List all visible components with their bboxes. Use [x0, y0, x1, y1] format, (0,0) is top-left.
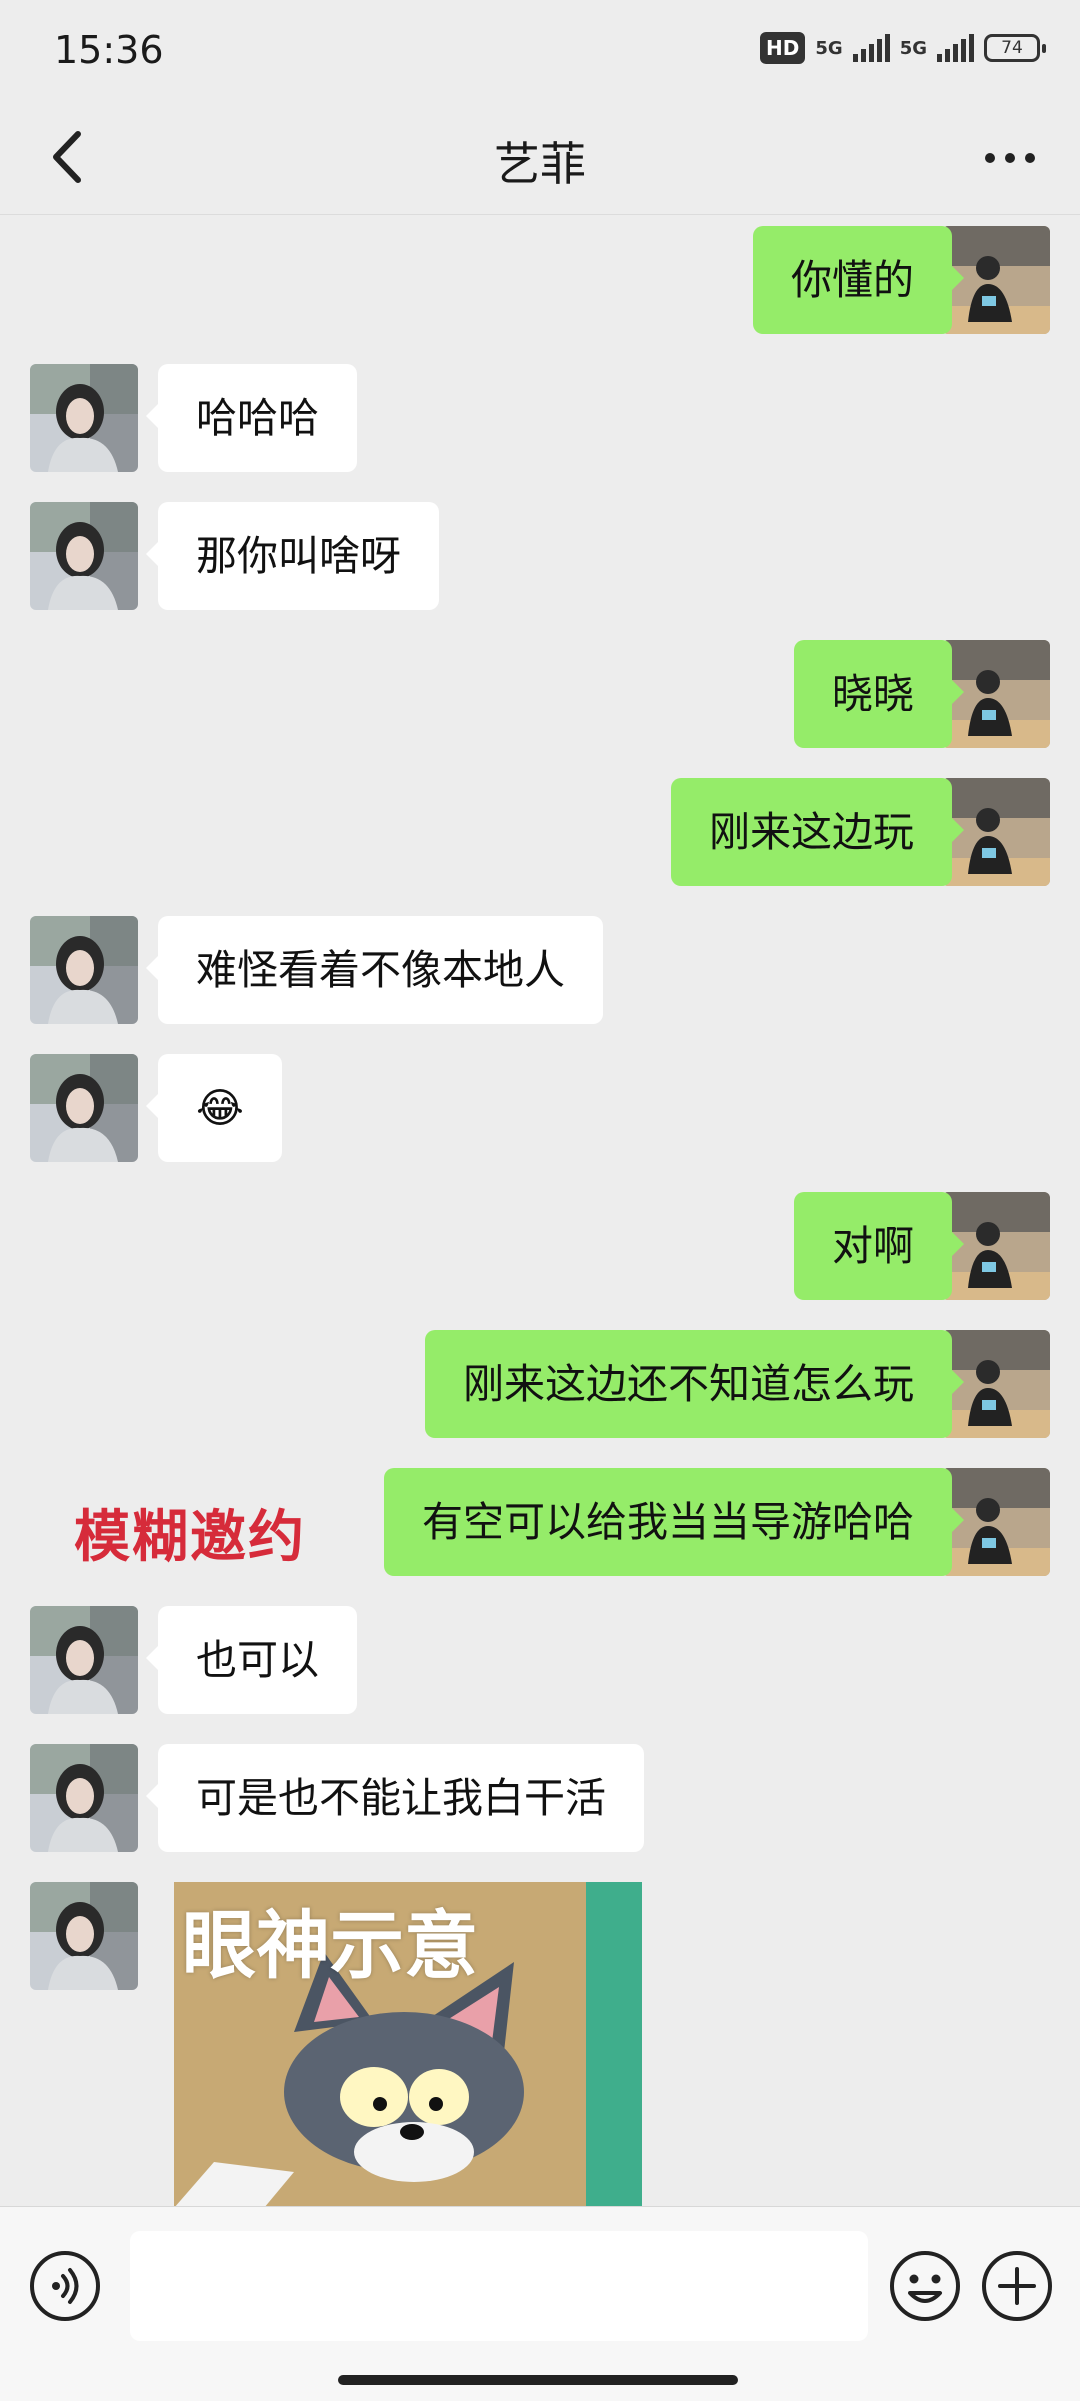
- status-time: 15:36: [54, 28, 164, 72]
- voice-icon: [30, 2251, 100, 2321]
- message-row: 可是也不能让我白干活: [0, 1744, 1080, 1852]
- voice-button[interactable]: [28, 2249, 102, 2323]
- message-row: 那你叫啥呀: [0, 502, 1080, 610]
- sent-message-bubble[interactable]: 刚来这边还不知道怎么玩: [425, 1330, 964, 1438]
- message-row: 😂: [0, 1054, 1080, 1162]
- sent-message-bubble[interactable]: 有空可以给我当当导游哈哈: [384, 1468, 964, 1576]
- received-message-bubble[interactable]: 难怪看着不像本地人: [146, 916, 603, 1024]
- status-bar: 15:36 HD 5G 5G 74: [0, 0, 1080, 100]
- message-row: 晓晓: [0, 640, 1080, 748]
- contact-avatar[interactable]: [30, 364, 138, 472]
- message-row: 你懂的: [0, 226, 1080, 334]
- contact-avatar[interactable]: [30, 1882, 138, 1990]
- sticker-caption: 眼神示意: [182, 1903, 478, 1989]
- contact-avatar[interactable]: [30, 502, 138, 610]
- received-message-bubble[interactable]: 😂: [146, 1054, 282, 1162]
- message-input[interactable]: [130, 2231, 868, 2341]
- status-icons: HD 5G 5G 74: [760, 32, 1046, 64]
- battery-icon: 74: [984, 34, 1046, 62]
- sent-message-bubble[interactable]: 对啊: [794, 1192, 964, 1300]
- chat-header: 艺菲: [0, 100, 1080, 215]
- message-row: 难怪看着不像本地人: [0, 916, 1080, 1024]
- message-row: 哈哈哈: [0, 364, 1080, 472]
- received-message-bubble[interactable]: 那你叫啥呀: [146, 502, 439, 610]
- received-message-bubble[interactable]: 哈哈哈: [146, 364, 357, 472]
- contact-avatar[interactable]: [30, 1606, 138, 1714]
- sticker-image[interactable]: 眼神示意: [174, 1882, 642, 2208]
- emoji-icon: [890, 2251, 960, 2321]
- sent-message-bubble[interactable]: 你懂的: [753, 226, 964, 334]
- received-message-bubble[interactable]: 可是也不能让我白干活: [146, 1744, 644, 1852]
- message-row: 刚来这边还不知道怎么玩: [0, 1330, 1080, 1438]
- sent-message-bubble[interactable]: 晓晓: [794, 640, 964, 748]
- more-dots-icon: [985, 153, 1035, 163]
- received-message-bubble[interactable]: 也可以: [146, 1606, 357, 1714]
- plus-icon: [982, 2251, 1052, 2321]
- message-row: 刚来这边玩: [0, 778, 1080, 886]
- contact-avatar[interactable]: [30, 1054, 138, 1162]
- contact-avatar[interactable]: [30, 1744, 138, 1852]
- message-row: 对啊: [0, 1192, 1080, 1300]
- annotation-label: 模糊邀约: [74, 1505, 306, 1570]
- plus-button[interactable]: [980, 2249, 1054, 2323]
- home-indicator[interactable]: [338, 2375, 738, 2385]
- signal-icon-2: [937, 34, 974, 62]
- sent-message-bubble[interactable]: 刚来这边玩: [671, 778, 964, 886]
- input-bar: [0, 2206, 1080, 2401]
- emoji-button[interactable]: [888, 2249, 962, 2323]
- hd-badge: HD: [760, 32, 806, 64]
- more-button[interactable]: [980, 126, 1040, 186]
- signal-icon: [852, 34, 890, 62]
- contact-avatar[interactable]: [30, 916, 138, 1024]
- message-row: 也可以: [0, 1606, 1080, 1714]
- network-5g-label-2: 5G: [899, 37, 927, 59]
- chat-title: 艺菲: [494, 137, 586, 191]
- network-5g-label: 5G: [815, 37, 843, 59]
